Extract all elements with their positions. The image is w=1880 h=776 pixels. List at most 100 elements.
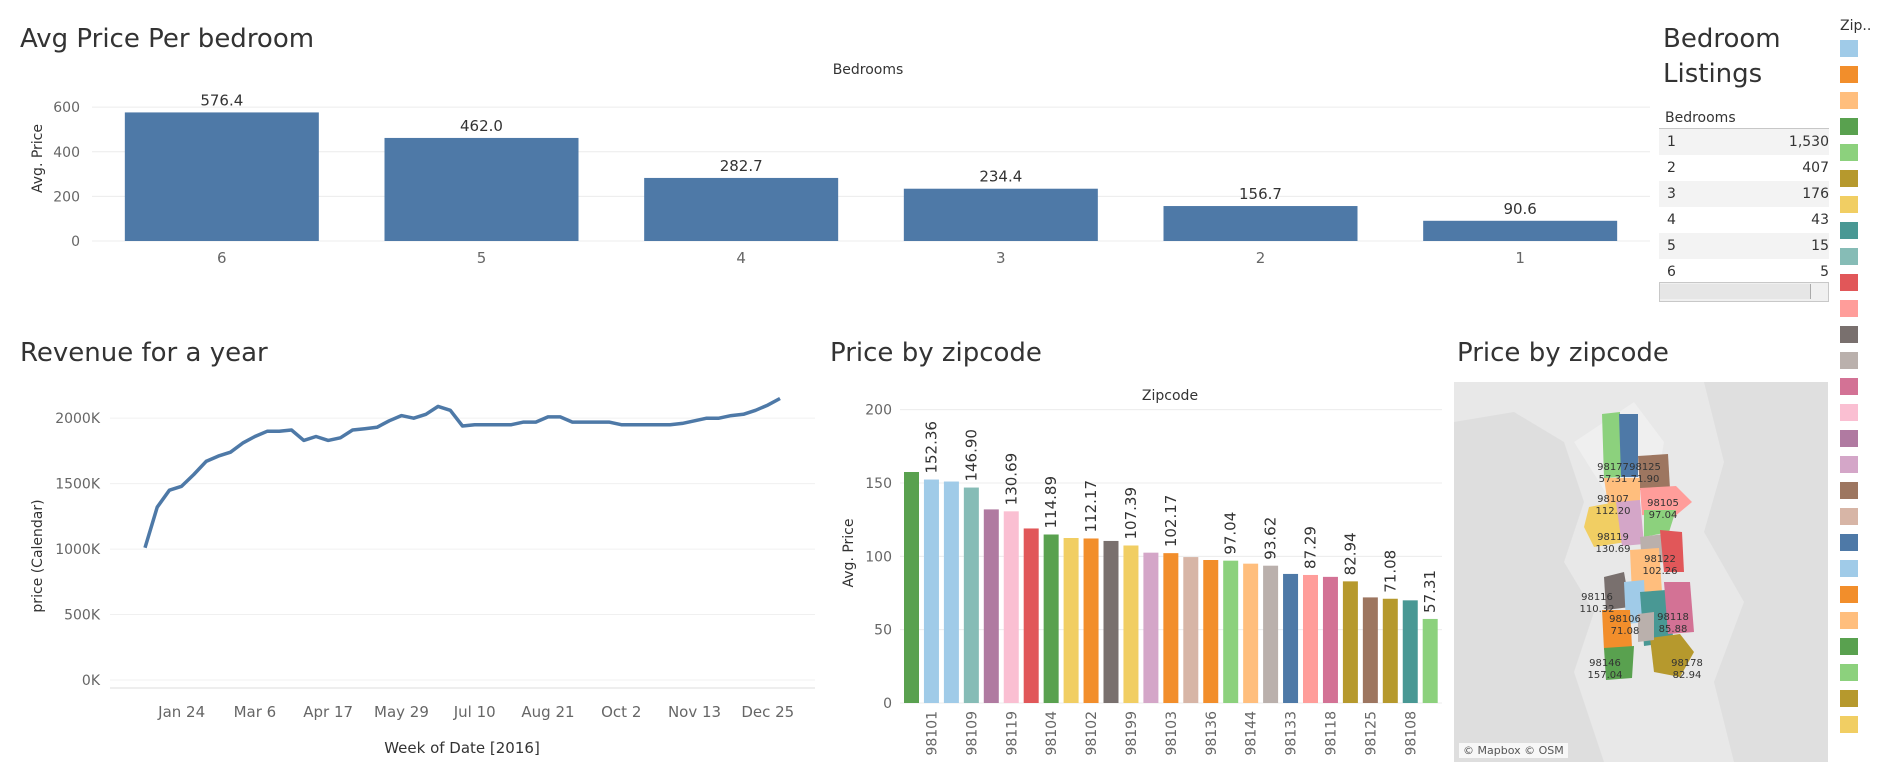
legend-swatch[interactable] [1840,586,1858,603]
bar [1103,540,1119,703]
bar [1043,534,1059,703]
legend-swatch[interactable] [1840,508,1858,525]
bar-value-label: 156.7 [1239,185,1282,203]
revenue-line [143,396,781,549]
map-zip-code: 98118 [1657,612,1689,623]
bar [1263,565,1279,703]
legend-swatch[interactable] [1840,404,1858,421]
listings-scrollbar[interactable] [1659,282,1829,302]
map-zip-label: 98146 157.04 [1586,658,1624,682]
map-zip-label: 98116 110.32 [1578,592,1616,616]
map-zip-code: 98106 [1609,614,1641,625]
x-tick-label: 98118 [1323,711,1339,756]
bedrooms-cell: 5 [1667,238,1676,254]
map-title: Price by zipcode [1457,338,1669,368]
bedrooms-cell: 1 [1667,134,1676,150]
map-zip-price: 71.08 [1610,626,1640,637]
x-tick-label: 98103 [1164,711,1180,756]
avg-price-bar-chart: Bedrooms 0 200 400 600 Avg. Price 576.4 6 462.0 5… [30,62,1650,267]
map-zip-code: 98178 [1671,658,1703,669]
legend-swatch[interactable] [1840,378,1858,395]
scrollbar-thumb[interactable] [1660,284,1811,299]
y-tick-label: 0K [82,673,101,689]
y-axis-label: Avg. Price [841,519,857,588]
y-tick-label: 2000K [55,411,101,427]
legend-swatch[interactable] [1840,664,1858,681]
bar [1163,206,1358,241]
legend-swatch[interactable] [1840,92,1858,109]
bar [1423,220,1618,241]
zipcode-legend: Zip.. [1840,18,1880,742]
legend-swatch[interactable] [1840,66,1858,83]
legend-swatch[interactable] [1840,118,1858,135]
bar-value-label: 107.39 [1122,487,1140,539]
bar [1422,618,1438,703]
bar-value-label: 146.90 [962,429,980,482]
map-zip-label: 98106 71.08 [1606,614,1644,638]
legend-title: Zip.. [1840,18,1872,34]
legend-swatch[interactable] [1840,534,1858,551]
x-tick-label: Apr 17 [303,703,353,721]
map-zip-code: 98122 [1644,554,1676,565]
legend-swatch[interactable] [1840,248,1858,265]
x-tick-label: 98102 [1084,711,1100,756]
bar-value-label: 87.29 [1302,526,1320,569]
legend-swatch[interactable] [1840,612,1858,629]
legend-swatch[interactable] [1840,274,1858,291]
x-tick-label: 98133 [1284,711,1300,756]
map-zip-price: 71.90 [1630,474,1660,485]
legend-swatch[interactable] [1840,144,1858,161]
map-zip-price: 82.94 [1672,670,1702,681]
bar [963,487,979,703]
bar [1143,552,1159,703]
legend-swatch[interactable] [1840,456,1858,473]
legend-swatch[interactable] [1840,196,1858,213]
map-zip-code: 98107 [1597,494,1629,505]
x-tick-label: 2 [1256,249,1266,267]
y-tick-label: 0 [883,696,892,712]
bar-value-label: 152.36 [922,421,940,474]
listings-row: 1 1,530 [1659,129,1829,155]
zipcode-column-header: Zipcode [1142,388,1198,404]
legend-swatch[interactable] [1840,170,1858,187]
legend-swatch[interactable] [1840,690,1858,707]
bar [1322,576,1338,703]
legend-swatch[interactable] [1840,482,1858,499]
x-tick-label: Jan 24 [157,703,205,721]
map-zip-label: 98119 130.69 [1594,532,1632,556]
legend-swatch[interactable] [1840,300,1858,317]
legend-swatch[interactable] [1840,716,1858,733]
listings-title-line1: Bedroom [1663,24,1781,54]
legend-swatch[interactable] [1840,352,1858,369]
bar [1402,600,1418,703]
legend-swatch[interactable] [1840,222,1858,239]
legend-swatch[interactable] [1840,326,1858,343]
legend-swatch[interactable] [1840,638,1858,655]
legend-swatch[interactable] [1840,40,1858,57]
map-zip-code: 98116 [1581,592,1613,603]
map-zip-price: 112.20 [1595,506,1631,517]
map-zip-price: 130.69 [1595,544,1631,555]
legend-swatch[interactable] [1840,430,1858,447]
x-tick-label: 98101 [924,711,940,756]
x-tick-label: 4 [736,249,746,267]
listings-row: 4 43 [1659,207,1829,233]
bedrooms-column-header: Bedrooms [833,62,904,78]
map-zip-code: 98105 [1647,498,1679,509]
y-tick-label: 1000K [55,542,101,558]
bar [1163,553,1179,703]
y-axis-label: price (Calendar) [30,499,46,612]
legend-swatch[interactable] [1840,560,1858,577]
bar [1382,598,1398,703]
bar [644,177,839,241]
x-tick-label: 3 [996,249,1006,267]
x-tick-label: 1 [1515,249,1525,267]
bar [384,137,579,241]
bar [1342,581,1358,703]
x-tick-label: 98109 [964,711,980,756]
zipcode-map[interactable]: 98177 57.31 98125 71.90 98107 112.20 98105 97.0… [1454,382,1828,762]
y-axis-label: Avg. Price [30,124,46,193]
bar-value-label: 82.94 [1341,532,1359,575]
x-tick-label: 98119 [1004,711,1020,756]
y-tick-label: 150 [865,476,892,492]
